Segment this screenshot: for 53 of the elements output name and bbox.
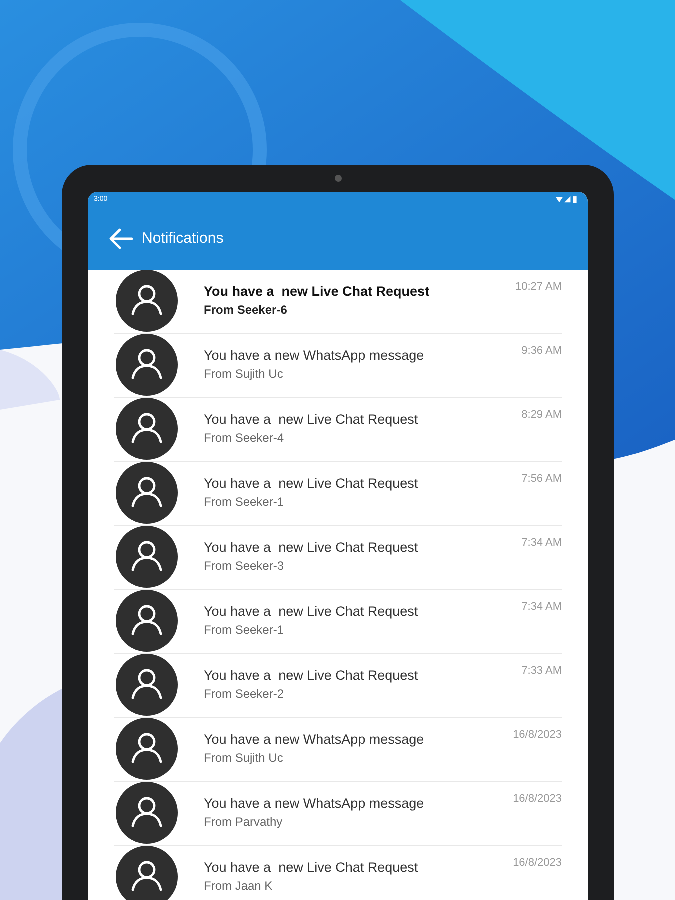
notification-time: 8:29 AM	[522, 408, 562, 421]
avatar-icon	[116, 718, 178, 780]
notification-item[interactable]: You have a new WhatsApp message From Sujith Uc 16/8/2023	[114, 718, 562, 782]
notification-sender: From Jaan K	[204, 879, 274, 893]
notification-title: You have a new Live Chat Request	[204, 604, 420, 619]
avatar-icon	[116, 462, 178, 524]
notification-item[interactable]: You have a new WhatsApp message From Parvathy 16/8/2023	[114, 782, 562, 846]
notification-sender: From Sujith Uc	[204, 751, 284, 765]
notification-time: 16/8/2023	[513, 792, 562, 805]
notification-time: 16/8/2023	[513, 856, 562, 869]
notification-title: You have a new WhatsApp message	[204, 732, 426, 747]
notification-title: You have a new Live Chat Request	[204, 284, 431, 299]
notification-title: You have a new Live Chat Request	[204, 540, 420, 555]
notification-item[interactable]: You have a new Live Chat Request From Seeker-1 7:56 AM	[114, 462, 562, 526]
avatar-icon	[116, 334, 178, 396]
notification-time: 16/8/2023	[513, 728, 562, 741]
app-bar-title: Notifications	[142, 230, 224, 247]
notification-sender: From Seeker-3	[204, 559, 286, 573]
back-icon[interactable]	[108, 226, 134, 250]
notification-title: You have a new WhatsApp message	[204, 796, 426, 811]
camera-icon	[334, 175, 342, 182]
notification-sender: From Parvathy	[204, 815, 284, 829]
notification-sender: From Sujith Uc	[204, 367, 284, 381]
notification-sender: From Seeker-2	[204, 687, 286, 701]
notification-title: You have a new Live Chat Request	[204, 476, 420, 491]
notification-title: You have a new Live Chat Request	[204, 412, 420, 427]
notification-sender: From Seeker-1	[204, 495, 286, 509]
notification-item[interactable]: You have a new WhatsApp message From Sujith Uc 9:36 AM	[114, 334, 562, 398]
notification-item[interactable]: You have a new Live Chat Request From Seeker-6 10:27 AM	[114, 270, 562, 334]
notification-title: You have a new Live Chat Request	[204, 668, 420, 683]
avatar-icon	[116, 782, 178, 844]
notification-time: 9:36 AM	[522, 344, 562, 357]
notification-sender: From Seeker-6	[204, 303, 288, 317]
avatar-icon	[116, 526, 178, 588]
notification-title: You have a new Live Chat Request	[204, 860, 420, 875]
notification-item[interactable]: You have a new Live Chat Request From Seeker-4 8:29 AM	[114, 398, 562, 462]
notification-time: 7:34 AM	[522, 600, 562, 613]
notification-item[interactable]: You have a new Live Chat Request From Seeker-1 7:34 AM	[114, 590, 562, 654]
avatar-icon	[116, 398, 178, 460]
wave-shape	[0, 350, 60, 410]
notification-item[interactable]: You have a new Live Chat Request From Jaan K 16/8/2023	[114, 846, 562, 900]
notification-time: 10:27 AM	[516, 280, 562, 293]
avatar-icon	[116, 654, 178, 716]
notification-time: 7:34 AM	[522, 536, 562, 549]
notification-time: 7:33 AM	[522, 664, 562, 677]
notification-sender: From Seeker-4	[204, 431, 286, 445]
notification-sender: From Seeker-1	[204, 623, 286, 637]
avatar-icon	[116, 270, 178, 332]
notification-time: 7:56 AM	[522, 472, 562, 485]
notification-item[interactable]: You have a new Live Chat Request From Seeker-2 7:33 AM	[114, 654, 562, 718]
avatar-icon	[116, 590, 178, 652]
notification-item[interactable]: You have a new Live Chat Request From Seeker-3 7:34 AM	[114, 526, 562, 590]
notification-title: You have a new WhatsApp message	[204, 348, 426, 363]
